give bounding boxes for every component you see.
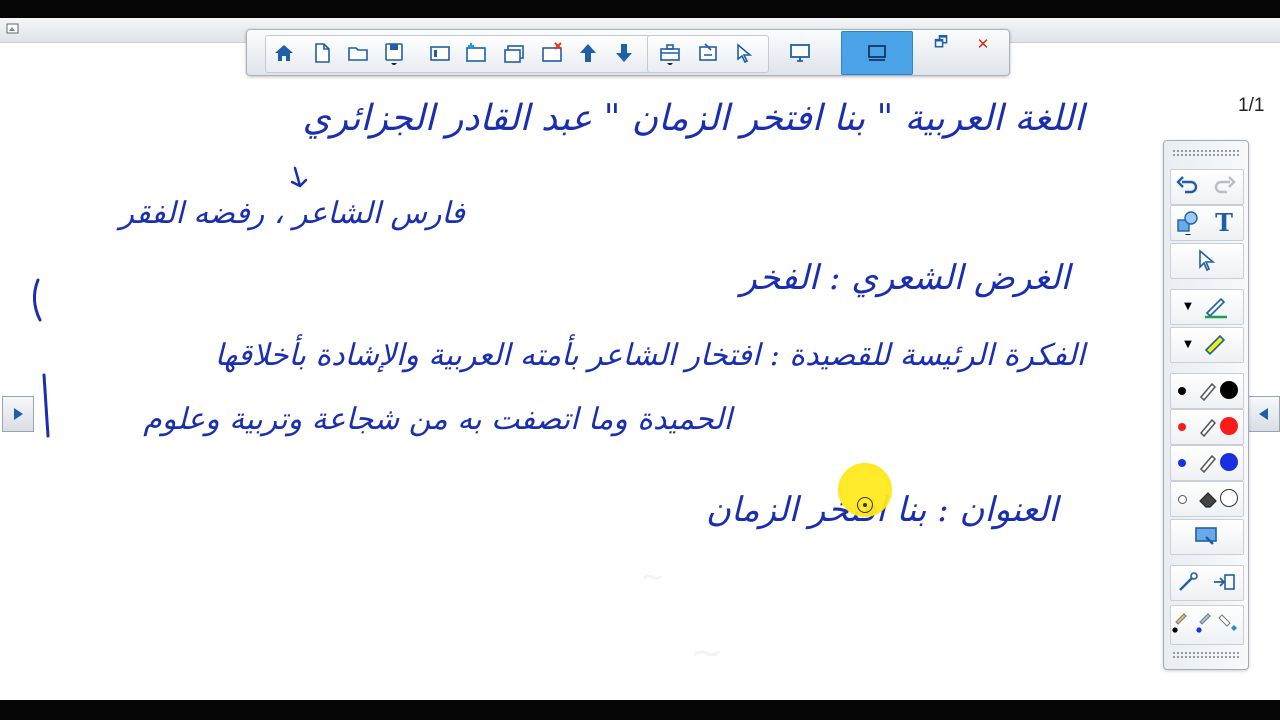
red-small-dot-icon[interactable]: [1178, 423, 1186, 431]
pen-button[interactable]: [1198, 289, 1234, 323]
add-page-icon: [466, 43, 486, 62]
floppy-disk-icon: [385, 43, 403, 65]
home-button[interactable]: [269, 38, 299, 68]
pencil-small-icon: [1172, 613, 1187, 633]
ink-line-4: الفكرة الرئيسة للقصيدة : افتخار الشاعر ب…: [214, 338, 1085, 373]
shapes-icon: [1177, 211, 1198, 235]
triangle-left-icon: [1259, 408, 1268, 420]
open-left-panel-button[interactable]: [2, 396, 34, 432]
undo-button[interactable]: [1170, 169, 1206, 203]
shapes-button[interactable]: [1170, 205, 1206, 239]
screen-shade-icon: [1195, 527, 1217, 545]
delete-page-button[interactable]: [537, 38, 567, 68]
red-color-swatch[interactable]: [1220, 417, 1238, 435]
ink-line-2: فارس الشاعر ، رفضه الفقر: [119, 196, 465, 231]
blue-small-dot-icon[interactable]: [1178, 459, 1186, 467]
pointer-arrow-icon: [737, 43, 753, 64]
ghost-mark: ~: [690, 630, 724, 676]
page-sorter-button[interactable]: [425, 38, 455, 68]
duplicate-page-button[interactable]: [499, 38, 529, 68]
black-small-dot-icon[interactable]: [1178, 387, 1186, 395]
triangle-right-icon: [14, 408, 23, 420]
pencil-icon: [1199, 454, 1217, 474]
pencil-icon: [1199, 418, 1217, 438]
highlighter-button[interactable]: [1198, 327, 1234, 361]
wand-icon: [1179, 572, 1198, 591]
recent-fill-button[interactable]: [1216, 605, 1242, 639]
close-window-button[interactable]: ✕: [965, 33, 1001, 55]
duplicate-page-icon: [504, 45, 524, 63]
insert-icon: [1214, 574, 1235, 590]
previous-page-button[interactable]: [573, 38, 603, 68]
arrow-down-icon: [616, 44, 632, 62]
capture-icon: [699, 43, 717, 61]
full-screen-button[interactable]: [841, 31, 913, 75]
screen-shade-button[interactable]: [1188, 519, 1224, 553]
new-page-button[interactable]: [307, 38, 337, 68]
page-counter: 1/1: [1238, 95, 1265, 116]
new-page-icon: [315, 43, 330, 63]
fill-bucket-icon: [1218, 614, 1237, 631]
app-icon: [6, 23, 19, 34]
capture-button[interactable]: [693, 38, 723, 68]
add-page-button[interactable]: [461, 38, 491, 68]
palette-bottom-grip[interactable]: [1172, 651, 1240, 659]
ink-line-5: الحميدة وما اتصفت به من شجاعة وتربية وعل…: [143, 402, 732, 437]
open-button[interactable]: [343, 38, 373, 68]
recent-pencil-blue-button[interactable]: [1192, 605, 1218, 639]
redo-button[interactable]: [1206, 169, 1242, 203]
toolbox-button[interactable]: [655, 38, 685, 68]
select-tool-button[interactable]: [1188, 243, 1224, 277]
main-toolbar: 🗗 ✕: [246, 29, 1010, 76]
monitor-icon: [790, 44, 810, 62]
page-sorter-icon: [430, 46, 450, 61]
tool-palette: T ▼ ▼: [1163, 140, 1249, 670]
folder-icon: [348, 47, 368, 61]
pointer-arrow-icon: [1199, 249, 1216, 272]
delete-page-icon: [542, 42, 562, 62]
highlighter-icon: [1204, 334, 1226, 356]
mouse-cursor: [857, 497, 873, 513]
white-color-swatch[interactable]: [1220, 489, 1238, 507]
palette-top-grip[interactable]: [1172, 149, 1240, 157]
white-small-dot-icon[interactable]: [1178, 495, 1187, 504]
pencil-small-icon: [1196, 613, 1211, 633]
select-button[interactable]: [729, 38, 759, 68]
pen-icon: [1205, 297, 1227, 319]
top-black-bar: [0, 0, 1280, 18]
restore-window-button[interactable]: 🗗: [923, 33, 959, 55]
ink-line-1: اللغة العربية " بنا افتخر الزمان " عبد ا…: [302, 98, 1084, 139]
text-tool-button[interactable]: T: [1206, 205, 1242, 239]
black-color-swatch[interactable]: [1220, 381, 1238, 399]
save-button[interactable]: [379, 38, 409, 68]
full-screen-icon: [868, 45, 886, 61]
eraser-icon: [1199, 492, 1217, 508]
next-page-button[interactable]: [609, 38, 639, 68]
blue-color-swatch[interactable]: [1220, 453, 1238, 471]
ghost-mark: ~: [640, 560, 666, 595]
ink-line-3: الغرض الشعري : الفخر: [740, 258, 1070, 298]
home-icon: [275, 45, 293, 61]
pointer-tool-button[interactable]: [1170, 565, 1206, 599]
pencil-icon: [1199, 382, 1217, 402]
insert-button[interactable]: [1206, 565, 1242, 599]
open-right-panel-button[interactable]: [1248, 396, 1280, 432]
redo-icon: [1214, 176, 1236, 194]
undo-icon: [1176, 176, 1198, 194]
bottom-black-bar: [0, 700, 1280, 720]
toolbox-icon: [660, 44, 680, 65]
recent-pencil-black-button[interactable]: [1168, 605, 1194, 639]
desktop-mode-button[interactable]: [785, 38, 815, 68]
arrow-up-icon: [580, 44, 596, 62]
